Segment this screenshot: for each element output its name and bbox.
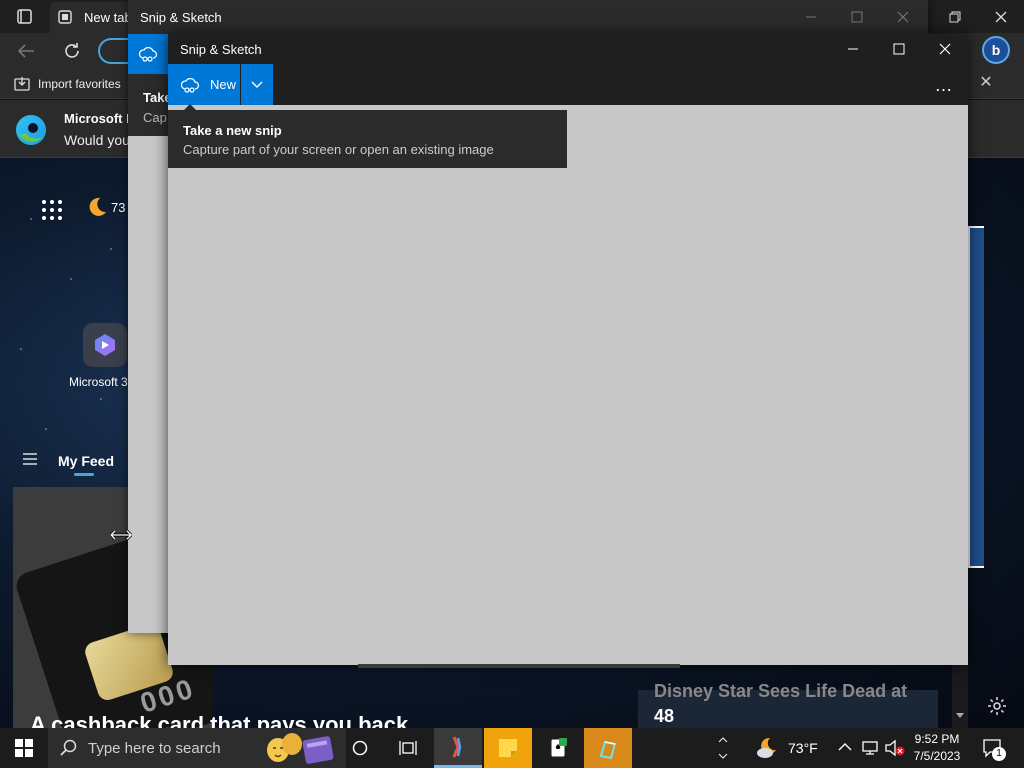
banner-text: Would you xyxy=(64,132,130,148)
notification-count-badge: 1 xyxy=(992,747,1006,761)
microsoft-365-icon xyxy=(95,334,115,356)
snip-minimize-button[interactable] xyxy=(830,34,876,64)
snip-titlebar: Snip & Sketch xyxy=(168,34,968,64)
snip-back-title: Snip & Sketch xyxy=(140,10,222,25)
feed-menu-icon[interactable] xyxy=(22,452,38,466)
snip-back-maximize-button[interactable] xyxy=(834,4,880,30)
see-more-button[interactable]: … xyxy=(924,72,964,98)
windows-logo-icon xyxy=(15,739,33,757)
snip-new-icon xyxy=(180,77,200,93)
import-favorites-icon xyxy=(14,77,30,91)
banner-title: Microsoft E xyxy=(64,111,135,126)
tooltip-subtitle: Capture part of your screen or open an e… xyxy=(183,142,494,157)
snip-canvas xyxy=(168,105,968,665)
new-tab-page-icon xyxy=(58,10,72,24)
news-headline[interactable]: A cashback card that pays you back xyxy=(30,712,408,728)
new-snip-button[interactable]: New xyxy=(168,64,240,105)
windows-taskbar: Type here to search 73°F 9:52 PM 7/5/202… xyxy=(0,728,1024,768)
search-highlight-theater-icon xyxy=(267,733,334,764)
taskbar-search-box[interactable]: Type here to search xyxy=(48,728,346,768)
snip-maximize-button[interactable] xyxy=(876,34,922,64)
clock-time[interactable]: 9:52 PM xyxy=(906,732,968,746)
moon-weather-icon xyxy=(89,197,106,216)
right-news-card[interactable] xyxy=(968,226,984,568)
search-icon xyxy=(60,739,77,756)
microsoft-365-tile[interactable] xyxy=(83,323,127,367)
start-button[interactable] xyxy=(0,728,48,768)
chevron-down-icon xyxy=(718,753,728,759)
scroll-down-arrow-icon[interactable] xyxy=(955,712,965,720)
snip-sketch-window: Snip & Sketch New … Take a new snip Capt… xyxy=(168,34,968,668)
cortana-circle-icon xyxy=(352,740,368,756)
refresh-icon[interactable] xyxy=(62,41,82,61)
edge-logo-icon xyxy=(16,115,46,145)
tray-weather-temp[interactable]: 73°F xyxy=(788,740,818,756)
close-icon xyxy=(939,43,951,55)
snip-back-minimize-button[interactable] xyxy=(788,4,834,30)
snip-window-title: Snip & Sketch xyxy=(180,42,262,57)
minimize-icon xyxy=(848,48,858,50)
ntp-weather-temp[interactable]: 73 xyxy=(111,200,125,215)
tray-weather-moon-cloud-icon[interactable] xyxy=(754,736,782,760)
snip-back-close-button[interactable] xyxy=(880,4,926,30)
close-icon xyxy=(897,11,909,23)
snip-sketch-app-icon xyxy=(452,735,462,758)
new-snip-label: New xyxy=(210,77,237,92)
minimize-icon xyxy=(806,16,816,18)
bing-chat-button[interactable]: b xyxy=(982,36,1010,64)
chevron-down-icon xyxy=(251,81,263,88)
tab-new-tab[interactable]: New tab xyxy=(50,2,140,33)
show-hidden-icons-chevron-icon[interactable] xyxy=(838,742,852,752)
taskbar-paint-app[interactable] xyxy=(584,728,632,768)
favbar-close-button[interactable]: ✕ xyxy=(970,68,1002,96)
maximize-icon xyxy=(851,11,863,23)
search-placeholder: Type here to search xyxy=(88,740,221,757)
paint-3d-icon xyxy=(599,740,617,760)
tray-scroll-arrows[interactable] xyxy=(713,728,733,768)
clock-date[interactable]: 7/5/2023 xyxy=(906,749,968,763)
cortana-button[interactable] xyxy=(336,728,384,768)
volume-muted-icon[interactable] xyxy=(884,739,906,757)
back-arrow-icon[interactable] xyxy=(16,42,36,60)
restore-icon xyxy=(949,11,961,23)
page-settings-gear-icon[interactable] xyxy=(986,695,1008,717)
snip-back-new-button[interactable] xyxy=(128,34,168,74)
tab-actions-icon[interactable] xyxy=(10,7,38,27)
sticky-notes-icon xyxy=(499,739,517,757)
microsoft-365-label: Microsoft 3 xyxy=(69,375,128,389)
new-snip-dropdown-button[interactable] xyxy=(241,64,273,105)
network-icon[interactable] xyxy=(861,740,881,756)
tab-label: New tab xyxy=(84,10,132,25)
close-icon xyxy=(995,11,1007,23)
solitaire-cards-icon xyxy=(550,738,567,758)
edge-restore-button[interactable] xyxy=(932,4,978,30)
task-view-button[interactable] xyxy=(384,728,432,768)
snip-horizontal-scrollbar[interactable] xyxy=(358,664,680,668)
feed-tab-indicator xyxy=(74,473,94,476)
snip-back-titlebar: Snip & Sketch xyxy=(128,0,928,34)
taskbar-sticky-notes[interactable] xyxy=(484,728,532,768)
snip-toolbar xyxy=(168,64,968,105)
maximize-icon xyxy=(893,43,905,55)
apps-launcher-icon[interactable] xyxy=(40,198,64,222)
snip-close-button[interactable] xyxy=(922,34,968,64)
right-news-number: 48 xyxy=(654,706,675,726)
taskbar-snip-sketch[interactable] xyxy=(434,728,482,768)
new-snip-tooltip: Take a new snip Capture part of your scr… xyxy=(168,110,567,168)
edge-close-button[interactable] xyxy=(978,4,1024,30)
taskbar-solitaire[interactable] xyxy=(534,728,582,768)
right-news-headline: Disney Star Sees Life Dead at xyxy=(654,681,908,701)
task-view-icon xyxy=(399,741,417,755)
import-favorites-link[interactable]: Import favorites xyxy=(38,77,121,91)
snip-new-icon xyxy=(138,46,158,62)
horizontal-resize-cursor-icon xyxy=(110,529,132,541)
snip-back-tooltip-subtitle: Cap xyxy=(143,110,167,125)
tooltip-title: Take a new snip xyxy=(183,123,282,138)
my-feed-tab[interactable]: My Feed xyxy=(58,453,114,469)
chevron-up-icon xyxy=(718,737,728,743)
